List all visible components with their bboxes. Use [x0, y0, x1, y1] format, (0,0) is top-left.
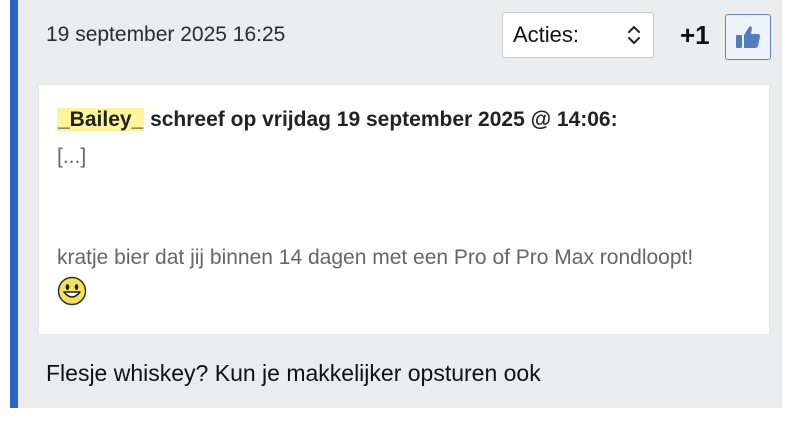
quote-header: _Bailey_ schreef op vrijdag 19 september… — [57, 108, 618, 132]
post-timestamp: 19 september 2025 16:25 — [46, 23, 286, 46]
quote-text: kratje bier dat jij binnen 14 dagen met … — [57, 246, 694, 269]
grinning-smiley-icon — [57, 276, 87, 306]
thumbs-up-icon — [736, 26, 760, 48]
post-body-text: Flesje whiskey? Kun je makkelijker opstu… — [46, 360, 541, 386]
actions-select[interactable]: Acties: — [502, 12, 654, 58]
post-score: +1 — [680, 20, 710, 50]
forum-post: 19 september 2025 16:25 Acties: +1 _Bail… — [10, 0, 782, 408]
chevron-updown-icon — [628, 26, 640, 44]
quote-header-text: schreef op vrijdag 19 september 2025 @ 1… — [150, 108, 618, 131]
like-button[interactable] — [725, 14, 771, 60]
actions-select-label: Acties: — [513, 22, 580, 47]
quote-ellipsis: [...] — [57, 145, 87, 168]
quote-block: _Bailey_ schreef op vrijdag 19 september… — [38, 84, 770, 335]
quote-username-link[interactable]: _Bailey_ — [57, 108, 145, 131]
